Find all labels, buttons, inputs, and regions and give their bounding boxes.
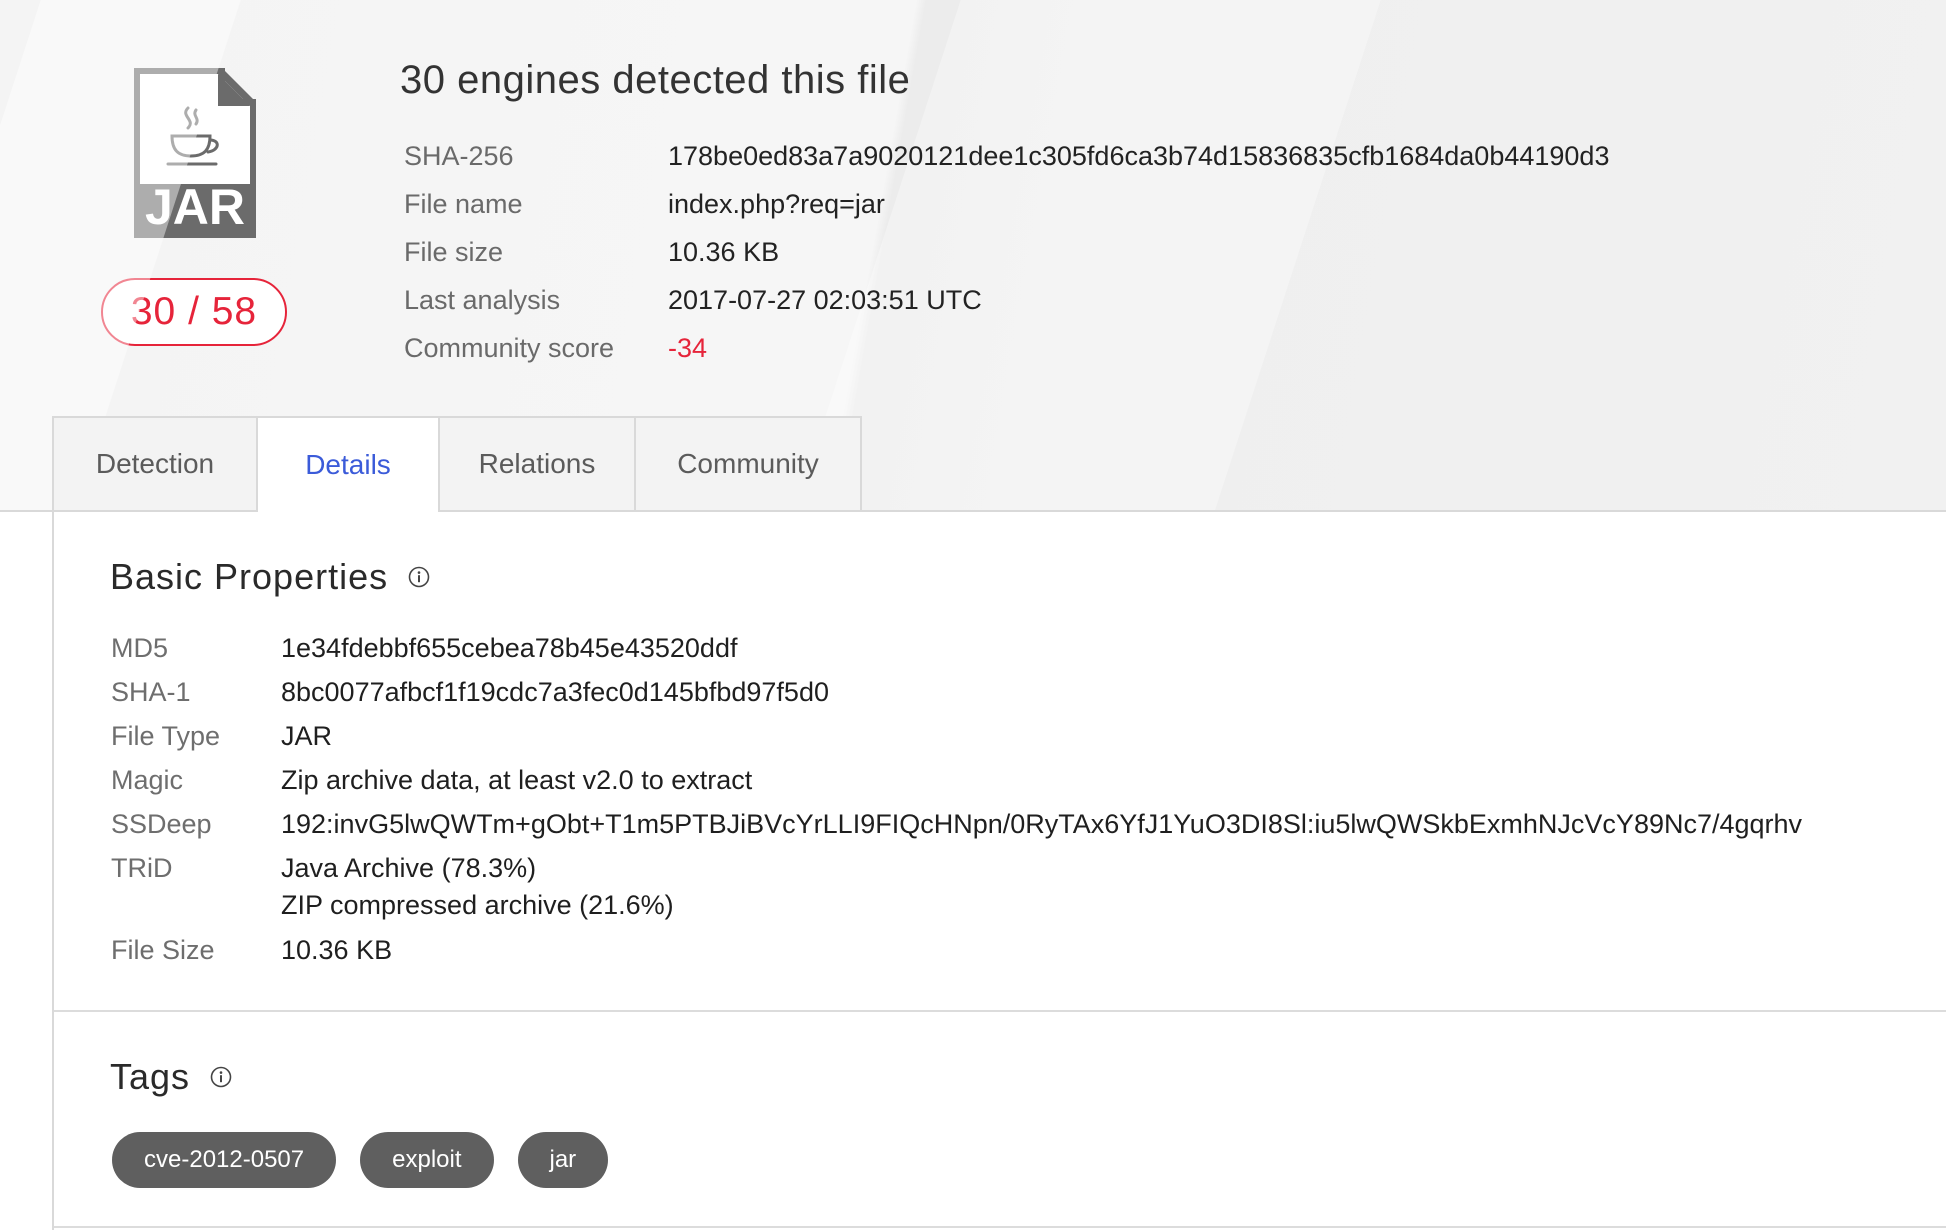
details-panel: Basic Properties MD5 1e34fdebbf655cebea7… [52, 512, 1946, 1230]
jar-file-icon: JAR [134, 68, 256, 238]
property-value: 1e34fdebbf655cebea78b45e43520ddf [281, 633, 738, 663]
community-score-value: -34 [668, 332, 708, 363]
info-icon[interactable] [210, 1066, 232, 1088]
meta-label: SHA-256 [404, 140, 514, 171]
meta-row-sha256: SHA-256 178be0ed83a7a9020121dee1c305fd6c… [404, 132, 1609, 180]
property-value: Zip archive data, at least v2.0 to extra… [281, 765, 753, 795]
meta-row-community-score: Community score -34 [404, 324, 1609, 372]
property-label: TRiD [111, 853, 173, 883]
basic-properties-title: Basic Properties [110, 556, 389, 597]
detection-headline: 30 engines detected this file [400, 58, 911, 102]
property-label: Magic [111, 765, 184, 795]
meta-value: index.php?req=jar [668, 188, 885, 219]
tab-details[interactable]: Details [256, 416, 440, 512]
report-tabs: Detection Details Relations Community [52, 416, 862, 512]
detection-score-badge: 30 / 58 [101, 278, 287, 346]
jar-file-icon-label: JAR [145, 179, 245, 235]
basic-properties-heading: Basic Properties [110, 556, 430, 598]
property-row-trid: TRiD Java Archive (78.3%) ZIP compressed… [111, 850, 1802, 924]
meta-row-file-size: File size 10.36 KB [404, 228, 1609, 276]
tag-cve-2012-0507[interactable]: cve-2012-0507 [112, 1132, 337, 1188]
tab-detection[interactable]: Detection [52, 416, 258, 510]
property-row-ssdeep: SSDeep 192:invG5lwQWTm+gObt+T1m5PTBJiBVc… [111, 806, 1802, 842]
tag-list: cve-2012-0507 exploit jar [112, 1132, 632, 1188]
section-divider [54, 1226, 1946, 1228]
tab-community[interactable]: Community [634, 416, 862, 510]
section-divider [54, 1010, 1946, 1012]
tags-title: Tags [110, 1056, 191, 1097]
tag-jar[interactable]: jar [517, 1132, 609, 1188]
tab-relations[interactable]: Relations [438, 416, 636, 510]
property-label: MD5 [111, 633, 169, 663]
file-metadata: SHA-256 178be0ed83a7a9020121dee1c305fd6c… [404, 132, 1609, 372]
meta-value: 178be0ed83a7a9020121dee1c305fd6ca3b74d15… [668, 140, 1610, 171]
property-row-magic: Magic Zip archive data, at least v2.0 to… [111, 762, 1802, 798]
tags-heading: Tags [110, 1056, 232, 1098]
property-label: SSDeep [111, 809, 212, 839]
detection-ratio: 30 / 58 [130, 290, 258, 333]
property-row-md5: MD5 1e34fdebbf655cebea78b45e43520ddf [111, 630, 1802, 666]
trid-entry: ZIP compressed archive (21.6%) [281, 890, 674, 920]
meta-label: Last analysis [404, 284, 561, 315]
info-icon[interactable] [408, 566, 430, 588]
basic-properties-list: MD5 1e34fdebbf655cebea78b45e43520ddf SHA… [111, 630, 1802, 976]
property-row-file-type: File Type JAR [111, 718, 1802, 754]
meta-value: 2017-07-27 02:03:51 UTC [668, 284, 982, 315]
property-value: JAR [281, 721, 333, 751]
meta-label: File size [404, 236, 504, 267]
property-value: 8bc0077afbcf1f19cdc7a3fec0d145bfbd97f5d0 [281, 677, 829, 707]
property-value: 10.36 KB [281, 935, 393, 965]
property-row-file-size: File Size 10.36 KB [111, 932, 1802, 968]
property-label: SHA-1 [111, 677, 191, 707]
meta-row-file-name: File name index.php?req=jar [404, 180, 1609, 228]
meta-value: 10.36 KB [668, 236, 780, 267]
trid-entry: Java Archive (78.3%) [281, 853, 537, 883]
property-value-list: Java Archive (78.3%) ZIP compressed arch… [281, 850, 674, 924]
meta-label: File name [404, 188, 523, 219]
meta-row-last-analysis: Last analysis 2017-07-27 02:03:51 UTC [404, 276, 1609, 324]
property-label: File Type [111, 721, 221, 751]
meta-label: Community score [404, 332, 615, 363]
property-row-sha1: SHA-1 8bc0077afbcf1f19cdc7a3fec0d145bfbd… [111, 674, 1802, 710]
property-value: 192:invG5lwQWTm+gObt+T1m5PTBJiBVcYrLLI9F… [281, 809, 1803, 839]
tag-exploit[interactable]: exploit [360, 1132, 494, 1188]
property-label: File Size [111, 935, 215, 965]
